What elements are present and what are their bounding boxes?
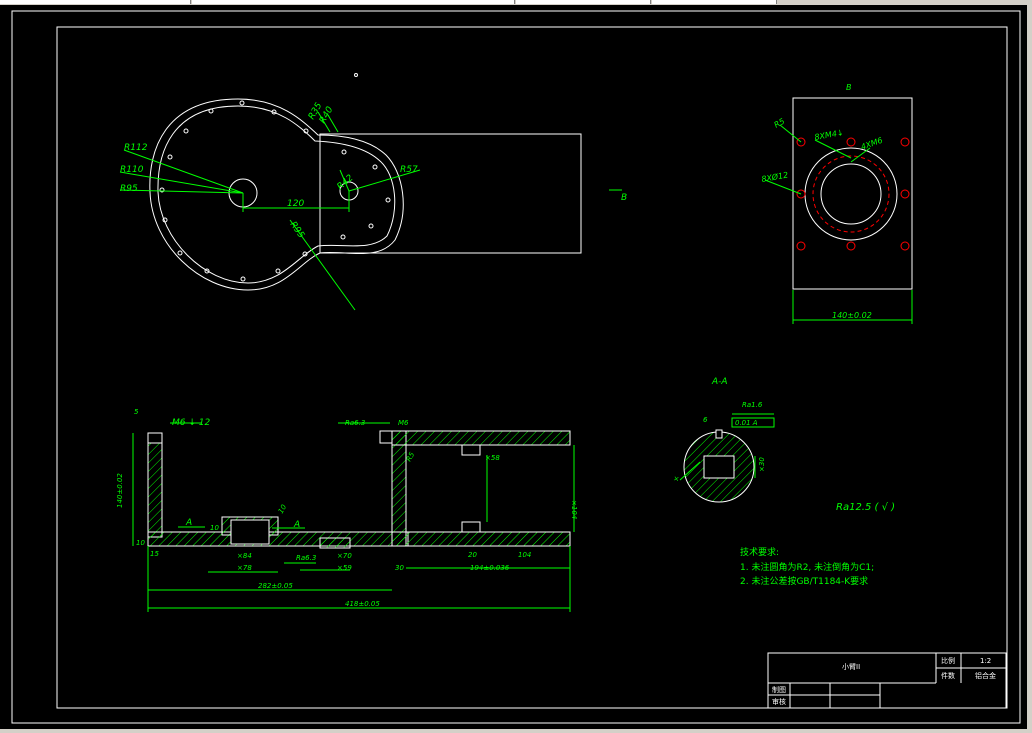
dim-120: 120 [287, 199, 304, 209]
dim-194: 194±0.036 [470, 564, 510, 572]
dim-10-right: 10 [277, 503, 289, 515]
dim-r5: R5 [405, 450, 417, 463]
dim-r112: R112 [124, 143, 148, 153]
dim-140: 140±0.02 [116, 473, 124, 508]
dim-58: ×58 [485, 454, 500, 462]
bolt-holes [159, 100, 391, 282]
dim-5: 5 [134, 408, 139, 416]
dim-15: 15 [150, 550, 159, 558]
title-scale-value: 1:2 [980, 657, 991, 665]
outer-frame [11, 10, 1021, 724]
view-b-title: B [846, 83, 852, 92]
view-arrow-b: B [621, 193, 627, 203]
view-b-8x12: 8XØ12 [761, 169, 789, 184]
title-block [767, 652, 1007, 709]
drawing-canvas[interactable]: R112 R110 R95 R35 R40 R42 R57 R95 120 B … [0, 0, 1032, 733]
section-mark-a-left: A [185, 518, 192, 528]
dim-282: 282±0.05 [258, 582, 293, 590]
title-checked-label: 审核 [772, 697, 786, 706]
section-aa-6: 6 [703, 416, 708, 424]
dim-78: ×78 [237, 564, 252, 572]
section-mark-a-right: A [293, 520, 300, 530]
dim-418: 418±0.05 [345, 600, 380, 608]
dim-r95-2: R95 [288, 220, 307, 240]
view-b [792, 97, 913, 290]
technical-notes: 技术要求: 1. 未注圆角为R2, 未注倒角为C1; 2. 未注公差按GB/T1… [740, 546, 874, 587]
view-b-outline [792, 97, 913, 290]
view-b-dimensions [764, 124, 913, 324]
note-2: 2. 未注公差按GB/T1184-K要求 [740, 575, 868, 587]
title-material: 铝合金 [975, 671, 996, 680]
section-aa-ra16: Ra1.6 [742, 401, 763, 409]
view-b-holes [796, 137, 910, 251]
dim-84: ×84 [237, 552, 252, 560]
dim-20: 20 [468, 551, 477, 559]
view-b-4xm6: 4XM6 [860, 136, 884, 152]
title-block-text: 小臂II 比例 1:2 件数 铝合金 制图 审核 [772, 656, 996, 706]
view-b-140: 140±0.02 [832, 311, 872, 320]
dim-70: ×70 [337, 552, 352, 560]
top-view-labels: R112 R110 R95 R35 R40 R42 R57 R95 120 B [120, 101, 627, 241]
view-b-inner-bore [820, 163, 882, 225]
dim-m6: M6 ↓ 12 [172, 418, 210, 428]
section-aa-dia: × [672, 475, 681, 482]
dim-104-dia: ×104 [570, 500, 578, 519]
dim-10-left: 10 [136, 539, 145, 547]
note-1: 1. 未注圆角为R2, 未注倒角为C1; [740, 561, 874, 573]
dim-59: ×59 [337, 564, 352, 572]
dim-m6-2: M6 [398, 419, 409, 427]
section-main-dimensions [132, 422, 575, 612]
roughness-ra63: Ra6.3 [345, 419, 365, 427]
arm-body-outline [319, 133, 582, 254]
notes-title: 技术要求: [740, 546, 779, 558]
section-aa [683, 429, 755, 503]
title-qty-label: 件数 [941, 671, 955, 680]
top-view-dimensions [119, 111, 622, 311]
flange-inner-outline [157, 105, 396, 284]
dim-r110: R110 [120, 165, 144, 175]
section-aa-title: A-A [711, 377, 728, 387]
roughness-ra63-2: Ra6.3 [296, 554, 316, 562]
view-b-8xm4: 8XM4↓ [814, 128, 844, 142]
section-aa-tolerance: 0.01 A [735, 419, 758, 427]
inner-frame [56, 26, 1008, 709]
top-view [149, 73, 582, 291]
flange-outline [149, 98, 404, 291]
view-b-bolt-circle [812, 155, 890, 233]
dim-30: 30 [395, 564, 404, 572]
title-part-name: 小臂II [842, 662, 860, 671]
dim-r57: R57 [400, 165, 418, 175]
title-scale-label: 比例 [941, 656, 955, 665]
general-roughness-note: Ra12.5 ( √ ) [836, 502, 895, 513]
dim-r95: R95 [120, 184, 138, 194]
dim-10-mid: 10 [210, 524, 219, 532]
dim-104: 104 [518, 551, 531, 559]
section-aa-30: ×30 [758, 457, 766, 472]
title-drawn-label: 制图 [772, 685, 786, 694]
